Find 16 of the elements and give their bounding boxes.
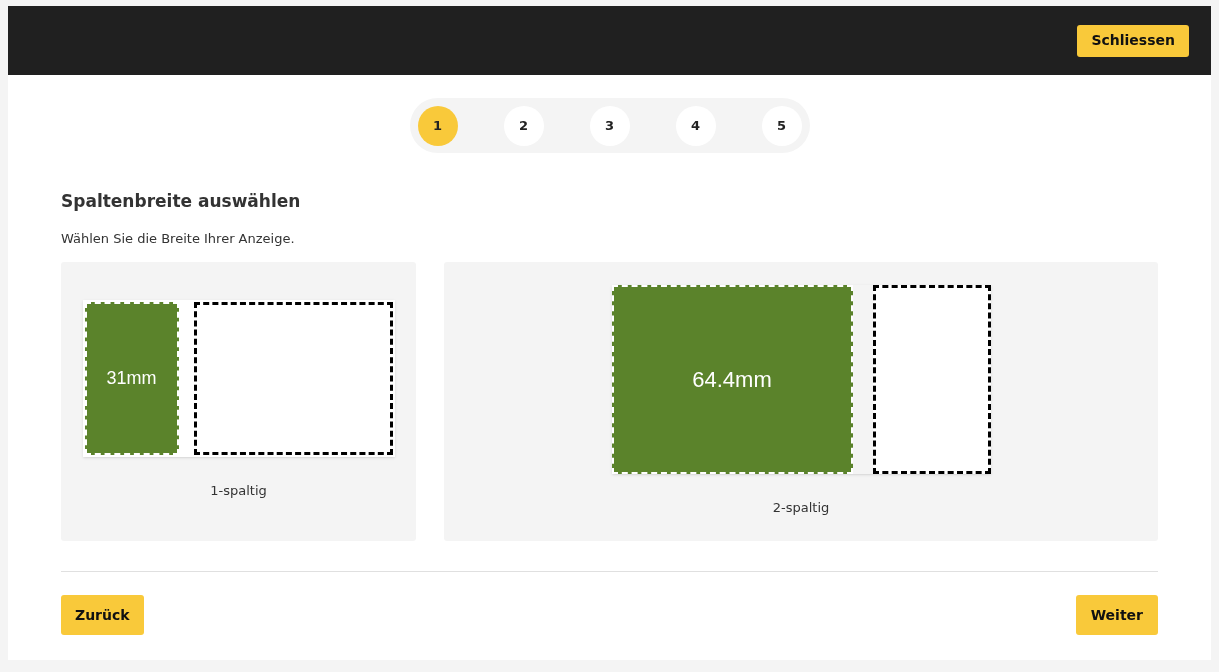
close-button[interactable]: Schliessen: [1077, 24, 1189, 57]
step-button[interactable]: 5: [761, 105, 802, 146]
step-button[interactable]: 4: [675, 105, 716, 146]
step-button[interactable]: 2: [503, 105, 544, 146]
column-width-label: 31mm: [106, 367, 157, 390]
back-button[interactable]: Zurück: [61, 595, 144, 635]
option-label: 1-spaltig: [210, 482, 267, 500]
step-button[interactable]: 3: [589, 105, 630, 146]
column-option-card[interactable]: 64.4mm 2-spaltig: [444, 262, 1158, 541]
section-title: Spaltenbreite auswählen: [61, 190, 302, 213]
column-option-card[interactable]: 31mm 1-spaltig: [61, 262, 416, 541]
step-button[interactable]: 1: [417, 105, 458, 146]
description-text: Wählen Sie die Breite Ihrer Anzeige.: [61, 229, 296, 248]
column-width-label: 64.4mm: [692, 366, 772, 394]
option-label: 2-spaltig: [772, 499, 830, 517]
next-button[interactable]: Weiter: [1075, 595, 1158, 635]
